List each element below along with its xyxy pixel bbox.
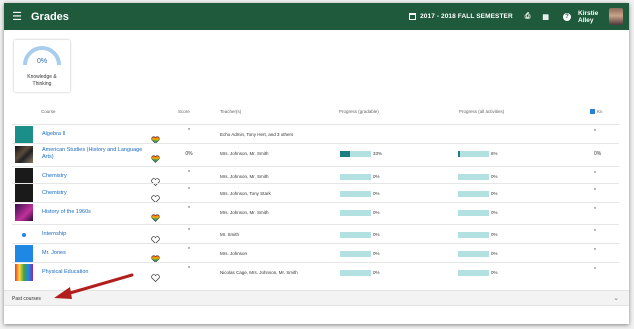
- app-window: ☰ Grades 2017 - 2018 FALL SEMESTER ⎙ ▦ ?…: [4, 3, 629, 324]
- annotation-arrow: [54, 273, 134, 299]
